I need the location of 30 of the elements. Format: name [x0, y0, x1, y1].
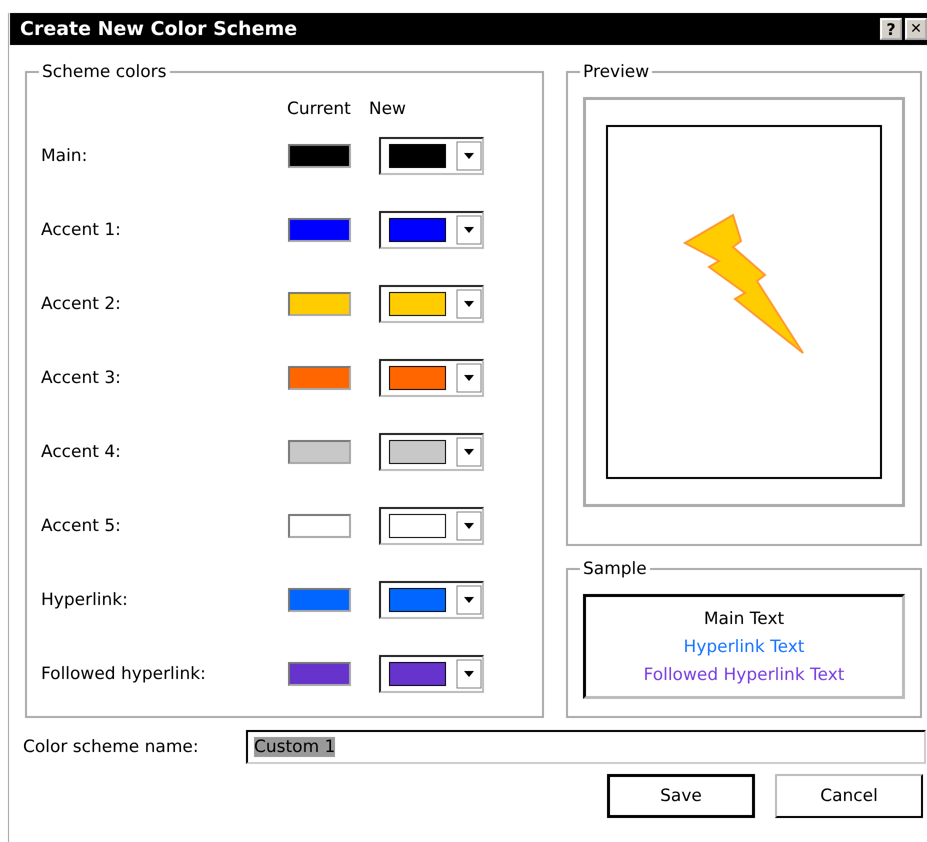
field-label: Color scheme name:: [23, 737, 200, 757]
color-label: Followed hyperlink:: [41, 664, 207, 684]
name-field[interactable]: Custom 1: [246, 730, 926, 764]
sample-text: Followed Hyperlink Text: [644, 664, 844, 686]
lightning-bolt-icon: [683, 213, 805, 355]
color-label: Accent 4:: [41, 442, 122, 462]
save-button[interactable]: Save: [607, 774, 755, 818]
color-dropdown[interactable]: [379, 285, 484, 323]
color-dropdown[interactable]: [379, 211, 484, 249]
color-label: Accent 1:: [41, 220, 122, 240]
help-button[interactable]: ?: [880, 18, 902, 40]
color-dropdown[interactable]: [379, 137, 484, 175]
color-label: Hyperlink:: [41, 590, 129, 610]
sample-text: Hyperlink Text: [684, 636, 804, 658]
sample-text: Main Text: [704, 608, 784, 630]
color-dropdown[interactable]: [379, 655, 484, 693]
close-button[interactable]: ✕: [905, 18, 927, 40]
cancel-button[interactable]: Cancel: [775, 774, 923, 818]
color-dropdown[interactable]: [379, 581, 484, 619]
color-dropdown[interactable]: [379, 433, 484, 471]
column-header: Current: [287, 99, 351, 119]
color-label: Accent 3:: [41, 368, 122, 388]
color-dropdown[interactable]: [379, 507, 484, 545]
color-label: Main:: [41, 146, 88, 166]
color-label: Accent 5:: [41, 516, 122, 536]
color-dropdown[interactable]: [379, 359, 484, 397]
color-label: Accent 2:: [41, 294, 122, 314]
group-title: Sample: [580, 558, 650, 580]
column-header: New: [368, 99, 406, 119]
window-title: Create New Color Scheme: [20, 18, 298, 40]
